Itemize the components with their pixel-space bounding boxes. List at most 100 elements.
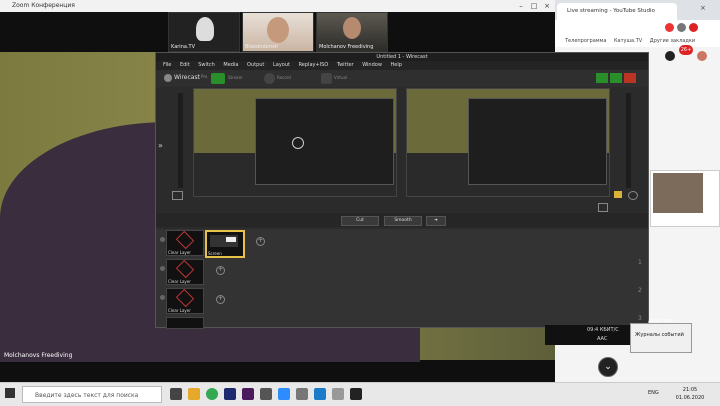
premiere-icon[interactable] bbox=[242, 388, 254, 400]
status-indicator bbox=[624, 73, 636, 83]
active-shot[interactable]: Screen bbox=[205, 230, 245, 258]
stream-button[interactable] bbox=[211, 73, 225, 84]
address-bar[interactable] bbox=[555, 20, 720, 36]
bell-icon[interactable] bbox=[665, 51, 675, 61]
menu-output[interactable]: Output bbox=[247, 62, 264, 68]
speaker-icon[interactable] bbox=[614, 191, 622, 198]
layers-panel: Clear Layer Screen + Clear Layer + Clear… bbox=[156, 229, 648, 329]
layer-toggle[interactable] bbox=[160, 295, 165, 300]
record-button[interactable] bbox=[264, 73, 275, 84]
live-screen bbox=[467, 97, 607, 186]
stream-stats: 09:4 КБИТ/С AAC bbox=[545, 325, 630, 345]
menu-window[interactable]: Window bbox=[362, 62, 382, 68]
task-view-icon[interactable] bbox=[170, 388, 182, 400]
layer-shot[interactable]: Clear Layer bbox=[166, 259, 204, 285]
layer-icon bbox=[175, 230, 195, 250]
close-icon[interactable]: × bbox=[700, 4, 706, 12]
menu-switch[interactable]: Switch bbox=[198, 62, 215, 68]
audio-icon[interactable] bbox=[172, 191, 183, 200]
expand-chevron-icon[interactable]: » bbox=[158, 141, 163, 150]
preview-monitor[interactable] bbox=[193, 88, 397, 197]
photoshop-icon[interactable] bbox=[224, 388, 236, 400]
app-icon[interactable] bbox=[332, 388, 344, 400]
participant-tile-3[interactable]: Molchanov Freediving bbox=[316, 12, 388, 52]
layer-shot[interactable]: Clear Layer bbox=[166, 230, 204, 256]
add-shot-button[interactable]: + bbox=[216, 295, 225, 304]
go-button[interactable]: ➜ bbox=[426, 216, 446, 226]
cut-button[interactable]: Cut bbox=[341, 216, 379, 226]
search-input[interactable]: Введите здесь текст для поиска bbox=[22, 386, 162, 403]
live-monitor[interactable] bbox=[406, 88, 610, 197]
close-button[interactable]: × bbox=[541, 0, 553, 12]
bookmark[interactable]: Другие закладки bbox=[650, 38, 695, 44]
extension-icon[interactable] bbox=[665, 23, 674, 32]
app-icon[interactable] bbox=[314, 388, 326, 400]
wirecast-toolbar: Wirecast Pro Stream Record Virtual bbox=[156, 70, 648, 87]
time: 21:05 bbox=[682, 387, 698, 393]
layer-number: 3 bbox=[638, 315, 642, 322]
layer-icon bbox=[175, 259, 195, 279]
wirecast-brand: Wirecast bbox=[174, 74, 200, 81]
start-icon[interactable] bbox=[5, 388, 15, 398]
menu-edit[interactable]: Edit bbox=[180, 62, 190, 68]
bookmark[interactable]: Телепрограмма bbox=[565, 38, 606, 44]
context-popup[interactable]: Журналы событий bbox=[630, 323, 692, 353]
date: 01.06.2020 bbox=[675, 395, 705, 401]
menu-media[interactable]: Media bbox=[223, 62, 238, 68]
zoom-title: Zoom Конференция bbox=[12, 2, 75, 9]
menu-file[interactable]: File bbox=[163, 62, 171, 68]
browser-tab[interactable]: Live streaming - YouTube Studio bbox=[557, 3, 677, 20]
participant-tile-2[interactable]: Bloodrobmsh bbox=[242, 12, 314, 52]
record-label: Record bbox=[277, 75, 291, 80]
stream-preview-panel bbox=[650, 170, 720, 227]
bookmark[interactable]: Катуша.TV bbox=[614, 38, 642, 44]
monitor-icon[interactable] bbox=[598, 203, 608, 212]
participant-tile-1[interactable]: Karina.TV bbox=[168, 12, 240, 52]
volume-meter bbox=[178, 93, 183, 188]
avatar bbox=[343, 17, 361, 39]
layer-number: 1 bbox=[638, 259, 642, 266]
minimize-button[interactable]: – bbox=[515, 0, 527, 12]
add-shot-button[interactable]: + bbox=[216, 266, 225, 275]
stream-preview bbox=[653, 173, 703, 213]
status-indicator bbox=[596, 73, 608, 83]
record-icon[interactable] bbox=[689, 23, 698, 32]
event-log-item[interactable]: Журналы событий bbox=[635, 332, 684, 338]
menu-help[interactable]: Help bbox=[391, 62, 402, 68]
layer-icon bbox=[175, 288, 195, 308]
layer-shot[interactable]: Clear Layer bbox=[166, 288, 204, 314]
maximize-button[interactable]: □ bbox=[528, 0, 540, 12]
menu-replay[interactable]: Replay+ISO bbox=[299, 62, 329, 68]
headphones-icon[interactable] bbox=[628, 191, 638, 200]
smooth-button[interactable]: Smooth bbox=[384, 216, 422, 226]
virtual-camera-button[interactable] bbox=[321, 73, 332, 84]
add-shot-button[interactable]: + bbox=[256, 237, 265, 246]
app-icon[interactable] bbox=[296, 388, 308, 400]
bookmarks-bar: Телепрограмма Катуша.TV Другие закладки bbox=[555, 35, 720, 47]
app-icon[interactable] bbox=[260, 388, 272, 400]
avatar[interactable] bbox=[697, 51, 707, 61]
cursor-icon bbox=[292, 137, 304, 149]
layer-shot[interactable] bbox=[166, 317, 204, 329]
live-image bbox=[407, 89, 609, 196]
edition-label: Pro bbox=[201, 74, 208, 79]
language-indicator[interactable]: ENG bbox=[648, 390, 659, 396]
codec: AAC bbox=[597, 336, 608, 342]
clock[interactable]: 21:05 01.06.2020 bbox=[665, 386, 715, 402]
menu-layout[interactable]: Layout bbox=[273, 62, 290, 68]
menu-twitter[interactable]: Twitter bbox=[337, 62, 354, 68]
virtual-label: Virtual bbox=[334, 75, 348, 80]
shot-thumbnail bbox=[210, 235, 238, 247]
file-explorer-icon[interactable] bbox=[188, 388, 200, 400]
wirecast-icon[interactable] bbox=[350, 388, 362, 400]
tab-strip: Live streaming - YouTube Studio × bbox=[555, 0, 720, 20]
chrome-icon[interactable] bbox=[206, 388, 218, 400]
zoom-icon[interactable] bbox=[278, 388, 290, 400]
extension-icon[interactable] bbox=[677, 23, 686, 32]
chevron-down-icon[interactable]: ⌄ bbox=[598, 357, 618, 377]
zoom-title-bar: Zoom Конференция bbox=[0, 0, 555, 12]
avatar bbox=[267, 17, 289, 43]
bitrate: 09:4 КБИТ/С bbox=[587, 327, 619, 333]
layer-toggle[interactable] bbox=[160, 266, 165, 271]
layer-toggle[interactable] bbox=[160, 237, 165, 242]
